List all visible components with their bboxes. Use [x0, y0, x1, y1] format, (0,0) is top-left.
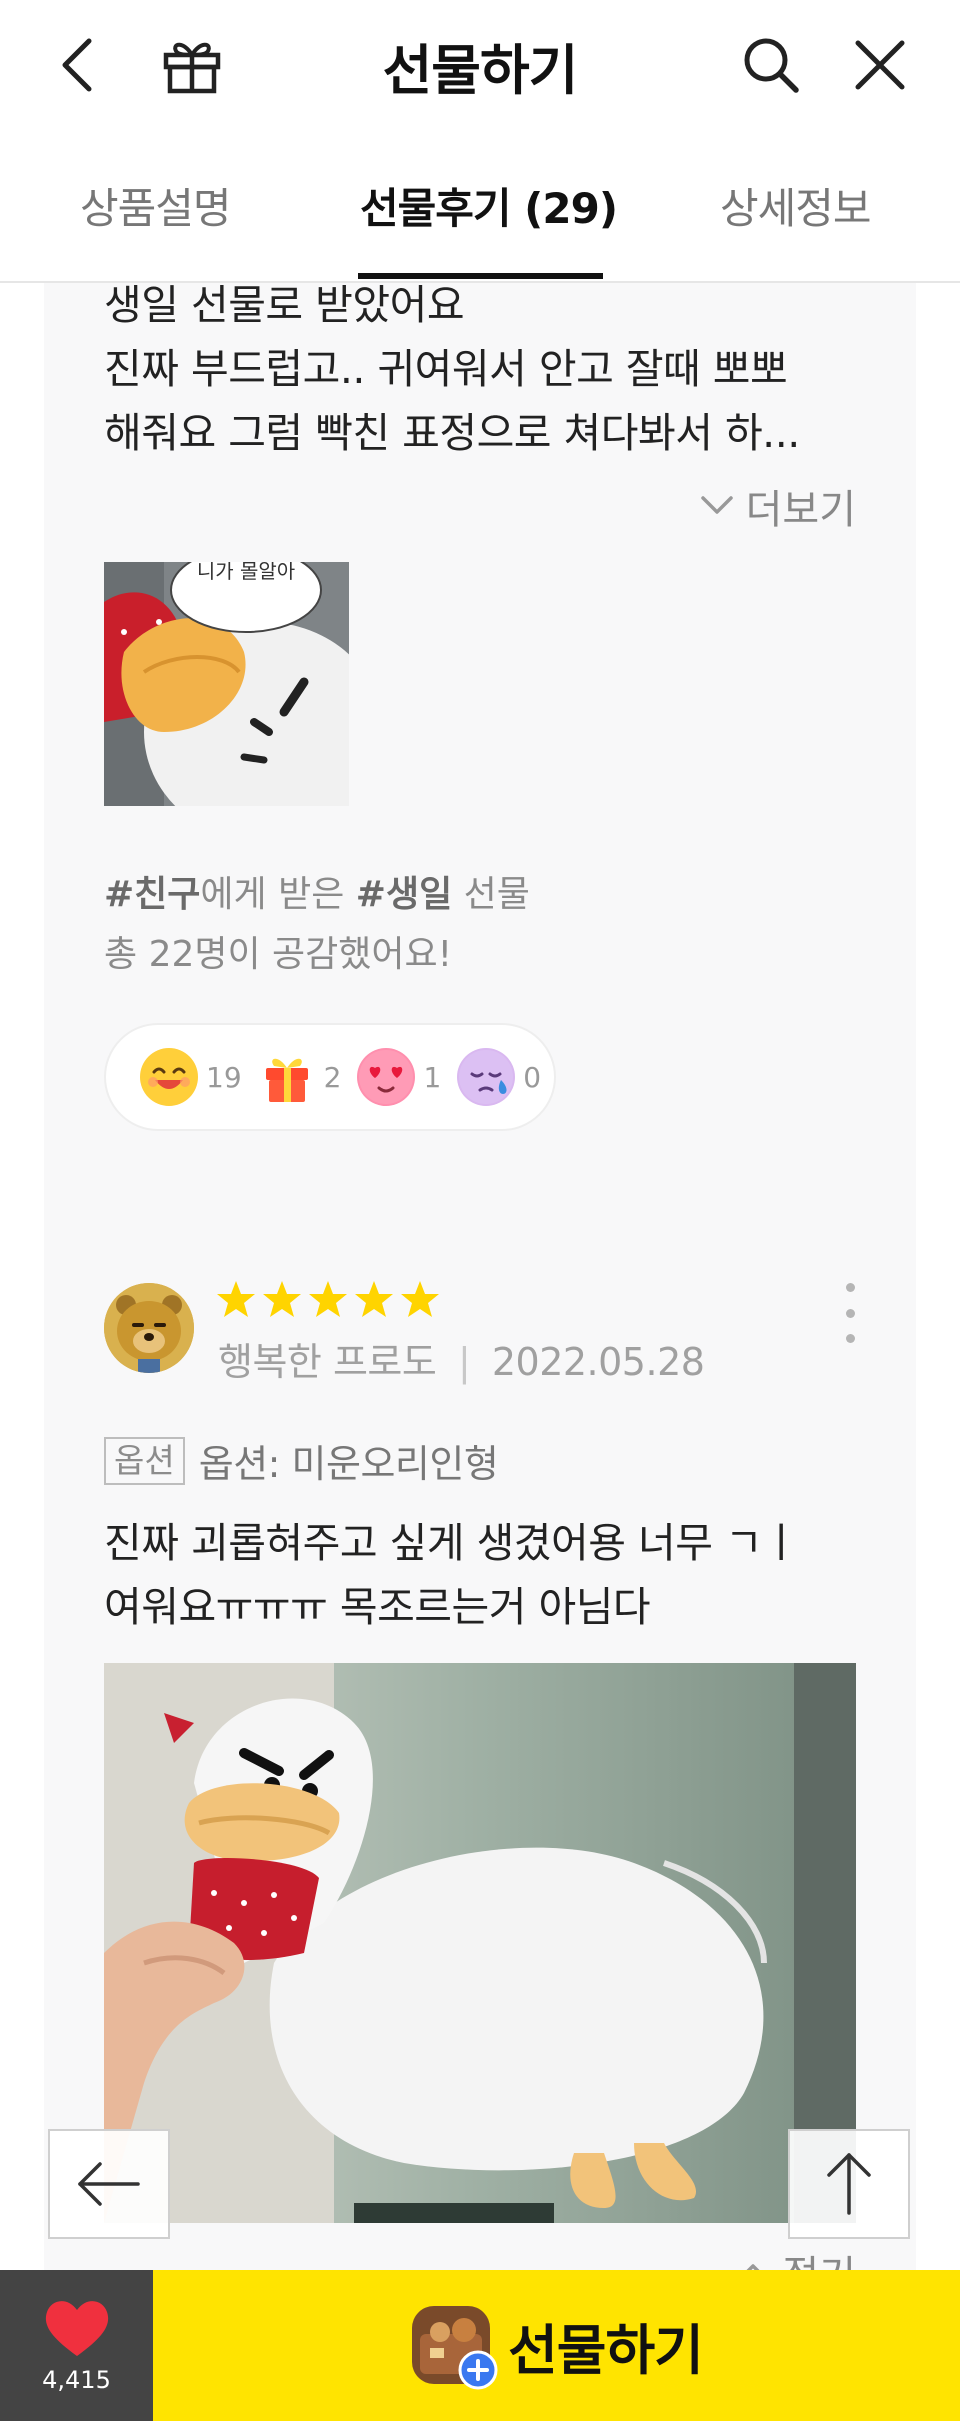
review-photo-thumbnail[interactable]: 니가 몰알아 — [104, 562, 349, 806]
top-header: 선물하기 — [0, 0, 960, 135]
review-photo[interactable] — [104, 1663, 856, 2223]
review-line: 진짜 괴롭혀주고 싶게 생겼어용 너무 ㄱㅣ — [104, 1519, 800, 1567]
more-button[interactable]: 더보기 — [700, 477, 856, 535]
search-icon — [744, 38, 799, 93]
send-gift-label: 선물하기 — [508, 2319, 704, 2382]
reaction-count: 0 — [523, 1060, 542, 1094]
sad-tear-emoji-icon — [457, 1048, 516, 1106]
review-card: 행복한 프로도 | 2022.05.28 옵션 옵션: 미운오리인형 진짜 괴롭… — [44, 1223, 916, 2270]
option-badge: 옵션 — [104, 1436, 185, 1485]
tab-reviews[interactable]: 선물후기 (29) — [360, 175, 618, 236]
tag-suffix: 선물 — [452, 874, 530, 915]
reaction-count: 1 — [423, 1060, 442, 1094]
avatar[interactable] — [104, 1283, 194, 1373]
fold-label: 접기 — [782, 2243, 856, 2270]
kebab-dot — [845, 1334, 855, 1343]
star-icon — [355, 1281, 393, 1317]
chevron-down-icon — [700, 496, 733, 514]
arrow-up-icon — [827, 2153, 871, 2215]
option-info: 옵션 옵션: 미운오리인형 — [104, 1433, 499, 1488]
review-meta: 행복한 프로도 | 2022.05.28 — [218, 1331, 705, 1386]
reaction-bar: 19 2 1 0 — [104, 1023, 556, 1131]
heart-eyes-emoji-icon — [357, 1048, 416, 1106]
review-line: 여워요ㅠㅠㅠ 목조르는거 아님다 — [104, 1583, 651, 1631]
reaction-count: 2 — [323, 1060, 342, 1094]
more-options-button[interactable] — [840, 1283, 860, 1343]
tag-connector: 에게 받은 — [200, 874, 356, 915]
arrow-left-icon — [78, 2162, 140, 2206]
kebab-dot — [845, 1308, 855, 1318]
plus-circle-icon — [458, 2350, 498, 2389]
reaction-sad[interactable]: 0 — [457, 1048, 541, 1106]
duck-plush-photo — [104, 1663, 856, 2223]
review-author: 행복한 프로도 — [218, 1340, 437, 1384]
heart-icon — [45, 2300, 108, 2356]
option-text: 옵션: 미운오리인형 — [198, 1442, 499, 1486]
reaction-laugh[interactable]: 19 — [140, 1048, 242, 1106]
scroll-top-button[interactable] — [788, 2129, 910, 2239]
review-line: 진짜 부드럽고.. 귀여워서 안고 잘때 뽀뽀 — [104, 345, 788, 393]
send-gift-button[interactable]: 선물하기 — [153, 2270, 960, 2421]
tag-line: #친구에게 받은 #생일 선물 — [104, 865, 530, 925]
star-icon — [217, 1281, 255, 1317]
tag-friend[interactable]: #친구 — [104, 874, 200, 915]
star-rating — [216, 1279, 440, 1319]
bottom-action-bar: 4,415 선물하기 — [0, 2270, 960, 2421]
review-list[interactable]: 생일 선물로 받았어요 진짜 부드럽고.. 귀여워서 안고 잘때 뽀뽀 해줘요 … — [0, 283, 960, 2270]
review-tags: #친구에게 받은 #생일 선물 총 22명이 공감했어요! — [104, 865, 530, 985]
tab-bar: 상품설명 선물후기 (29) 상세정보 — [0, 135, 960, 283]
empathy-count: 총 22명이 공감했어요! — [104, 934, 453, 975]
page-title: 선물하기 — [382, 39, 579, 102]
gift-emoji-icon — [258, 1048, 316, 1106]
star-icon — [263, 1281, 301, 1317]
product-thumbnail — [410, 2304, 498, 2389]
tag-birthday[interactable]: #생일 — [356, 874, 452, 915]
review-date: 2022.05.28 — [491, 1340, 705, 1384]
star-icon — [401, 1281, 439, 1317]
close-icon — [855, 40, 905, 90]
tab-description[interactable]: 상품설명 — [80, 175, 232, 236]
tab-details[interactable]: 상세정보 — [720, 175, 872, 236]
laughing-emoji-icon — [140, 1048, 198, 1106]
star-icon — [309, 1281, 347, 1317]
review-line: 해줘요 그럼 빡친 표정으로 쳐다봐서 하... — [104, 409, 800, 457]
active-tab-indicator — [358, 273, 603, 279]
speech-bubble-text: 니가 몰알아 — [196, 562, 296, 583]
kebab-dot — [845, 1283, 855, 1292]
fold-button[interactable]: 접기 — [736, 2243, 856, 2270]
chevron-up-icon — [746, 2264, 760, 2270]
review-line: 생일 선물로 받았어요 — [104, 283, 465, 329]
reaction-count: 19 — [206, 1060, 242, 1094]
reaction-heart-eyes[interactable]: 1 — [357, 1048, 441, 1106]
prev-button[interactable] — [48, 2129, 170, 2239]
wish-button[interactable]: 4,415 — [0, 2270, 153, 2421]
more-label: 더보기 — [745, 487, 856, 533]
search-button[interactable] — [736, 30, 806, 100]
reaction-gift[interactable]: 2 — [258, 1048, 342, 1106]
duck-plush-photo — [104, 562, 349, 806]
meta-separator: | — [457, 1340, 471, 1384]
wish-count: 4,415 — [42, 2365, 111, 2394]
close-button[interactable] — [845, 30, 915, 100]
bear-avatar-icon — [104, 1283, 194, 1373]
